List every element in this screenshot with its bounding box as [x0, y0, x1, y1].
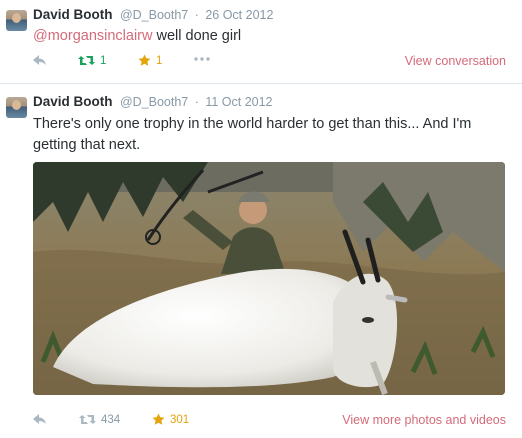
- separator: ·: [194, 95, 199, 109]
- tweet-header: David Booth @D_Booth7 · 26 Oct 2012: [33, 7, 273, 23]
- more-dots-icon: [194, 57, 210, 61]
- more-button[interactable]: [194, 57, 210, 61]
- tweet-text-body: well done girl: [152, 28, 242, 44]
- tweet-actions: 1 1 View conversation: [0, 52, 522, 72]
- fullname[interactable]: David Booth: [33, 7, 113, 22]
- retweet-icon: [79, 415, 96, 424]
- tweet: David Booth @D_Booth7 · 11 Oct 2012 Ther…: [0, 84, 522, 438]
- mention-link[interactable]: @morgansinclairw: [33, 28, 152, 44]
- view-more-photos-link[interactable]: View more photos and videos: [342, 413, 506, 427]
- reply-icon: [33, 414, 46, 424]
- tweet-text: @morgansinclairw well done girl: [33, 26, 508, 47]
- tweet-photo[interactable]: [33, 162, 505, 395]
- fullname[interactable]: David Booth: [33, 94, 113, 109]
- avatar[interactable]: [6, 97, 27, 118]
- retweet-button[interactable]: 1: [78, 54, 106, 67]
- tweet-header: David Booth @D_Booth7 · 11 Oct 2012: [33, 94, 273, 110]
- avatar[interactable]: [6, 10, 27, 31]
- retweet-count: 434: [101, 413, 121, 426]
- mountain-goat-photo: [33, 162, 505, 395]
- retweet-button[interactable]: 434: [79, 413, 120, 426]
- reply-button[interactable]: [33, 414, 47, 425]
- view-conversation-link[interactable]: View conversation: [405, 54, 506, 68]
- separator: ·: [194, 8, 199, 22]
- tweet-text: There's only one trophy in the world har…: [33, 116, 472, 153]
- favorite-button[interactable]: 301: [152, 413, 189, 426]
- reply-button[interactable]: [33, 55, 47, 66]
- retweet-icon: [78, 56, 95, 65]
- username[interactable]: @D_Booth7: [120, 95, 188, 109]
- favorite-star-icon: [152, 413, 165, 425]
- tweet: David Booth @D_Booth7 · 26 Oct 2012 @mor…: [0, 0, 522, 84]
- reply-icon: [33, 55, 46, 65]
- favorite-button[interactable]: 1: [138, 54, 162, 67]
- favorite-star-icon: [138, 54, 151, 66]
- favorite-count: 301: [170, 413, 190, 426]
- username[interactable]: @D_Booth7: [120, 8, 188, 22]
- tweet-actions: 434 301 View more photos and videos: [0, 411, 522, 431]
- favorite-count: 1: [156, 54, 163, 67]
- timestamp[interactable]: 26 Oct 2012: [205, 8, 273, 22]
- timestamp[interactable]: 11 Oct 2012: [205, 95, 272, 109]
- retweet-count: 1: [100, 54, 107, 67]
